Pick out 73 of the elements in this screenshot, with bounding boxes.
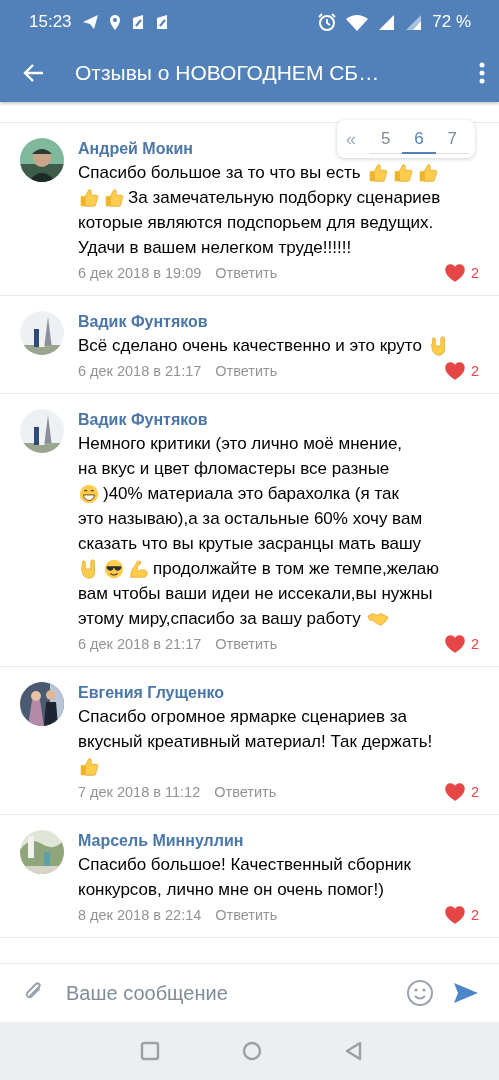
comment-text: Спасибо большое! Качественный сборник <box>78 854 411 876</box>
reply-link[interactable]: Ответить <box>215 905 278 925</box>
comment-text: вам чтобы ваши идеи не иссекали,вы нужны <box>78 583 433 605</box>
comment-text: сказать что вы крутые засранцы мать вашу <box>78 533 422 555</box>
grinning-face-icon <box>78 482 100 505</box>
signal-icon <box>405 14 423 30</box>
triangle-icon <box>343 1041 364 1061</box>
app-icon <box>130 14 145 30</box>
reply-link[interactable]: Ответить <box>214 782 277 802</box>
like-button[interactable]: 2 <box>444 361 479 381</box>
clock-time: 15:23 <box>29 12 72 32</box>
comment-text: Немного критики (это лично моё мнение, <box>78 433 403 455</box>
app-icon <box>154 14 169 30</box>
author-name[interactable]: Вадик Фунтяков <box>78 409 208 431</box>
like-button[interactable]: 2 <box>444 263 479 283</box>
send-icon <box>453 981 479 1005</box>
comment-text: конкурсов, лично мне он очень помог!) <box>78 879 384 901</box>
overview-button[interactable] <box>139 1041 160 1061</box>
comment-text: продолжайте в том же темпе,желаю <box>153 558 440 580</box>
wifi-icon <box>346 13 369 31</box>
back-nav-button[interactable] <box>343 1041 364 1061</box>
reply-link[interactable]: Ответить <box>215 634 278 654</box>
page-title: Отзывы о НОВОГОДНЕМ СБ… <box>75 61 381 85</box>
comment-text: Всё сделано очень качественно и это круто <box>78 335 422 357</box>
comment-date: 6 дек 2018 в 21:17 <box>78 362 202 381</box>
comment-text: Спасибо огромное ярмарке сценариев за <box>78 706 407 728</box>
comment-date: 6 дек 2018 в 21:17 <box>78 635 202 654</box>
comment-text: которые являются подспорьем для ведущих. <box>78 212 434 234</box>
comment-date: 6 дек 2018 в 19:09 <box>78 264 202 283</box>
page-tab[interactable]: 7 <box>435 126 469 154</box>
first-page-button[interactable]: « <box>337 128 365 150</box>
send-button[interactable] <box>453 981 479 1005</box>
author-name[interactable]: Вадик Фунтяков <box>78 311 208 333</box>
page-tab[interactable]: 6 <box>402 126 436 154</box>
signal-icon <box>378 14 396 30</box>
comment-text: на вкус и цвет фломастеры все разные <box>78 458 390 480</box>
flexed-arm-icon <box>128 557 150 580</box>
thumbs-up-icon <box>78 186 100 209</box>
like-button[interactable]: 2 <box>444 905 479 925</box>
comment-text: этому миру,спасибо за вашу работу <box>78 608 361 630</box>
comment-text: )40% материала это барахолка (я так <box>103 483 399 505</box>
like-button[interactable]: 2 <box>444 634 479 654</box>
message-input[interactable]: Ваше сообщение <box>66 981 387 1005</box>
comment-text: это называю),а за остальные 60% хочу вам <box>78 508 423 530</box>
location-icon <box>108 13 121 31</box>
battery-level: 72 % <box>432 12 471 32</box>
more-menu-button[interactable] <box>479 62 485 84</box>
comment-text: За замечательную подборку сценариев <box>128 187 441 209</box>
smiley-icon <box>407 980 433 1006</box>
comment-text: вкусный креативный материал! Так держать! <box>78 731 433 753</box>
thumbs-up-icon <box>78 755 100 778</box>
comment-date: 8 дек 2018 в 22:14 <box>78 906 202 925</box>
comment-text: Спасибо большое за то что вы есть <box>78 162 361 184</box>
author-name[interactable]: Евгения Глущенко <box>78 682 225 704</box>
comment-text: Удачи в вашем нелегком труде!!!!!! <box>78 237 352 259</box>
alarm-icon <box>318 13 337 31</box>
circle-icon <box>241 1041 262 1061</box>
page-tab[interactable]: 5 <box>369 126 403 154</box>
comment-date: 7 дек 2018 в 11:12 <box>78 783 201 802</box>
back-button[interactable] <box>22 62 45 84</box>
sunglasses-face-icon <box>103 557 125 580</box>
reply-link[interactable]: Ответить <box>215 361 278 381</box>
paper-plane-icon <box>81 14 99 30</box>
emoji-button[interactable] <box>407 980 433 1006</box>
reply-link[interactable]: Ответить <box>215 263 278 283</box>
thumbs-up-icon <box>103 186 125 209</box>
author-name[interactable]: Марсель Миннуллин <box>78 830 244 852</box>
home-button[interactable] <box>241 1041 262 1061</box>
back-arrow-icon <box>22 62 45 84</box>
like-button[interactable]: 2 <box>444 782 479 802</box>
square-icon <box>139 1041 160 1061</box>
more-icon <box>479 62 485 84</box>
author-name[interactable]: Андрей Мокин <box>78 138 193 160</box>
